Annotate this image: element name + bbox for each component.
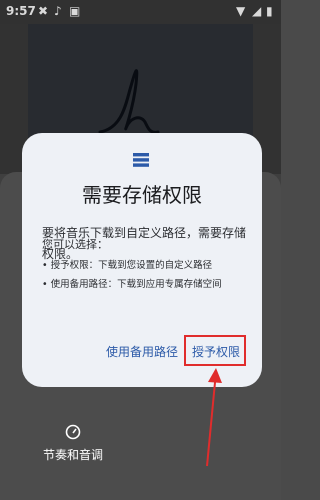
annotation-arrow bbox=[206, 368, 222, 467]
